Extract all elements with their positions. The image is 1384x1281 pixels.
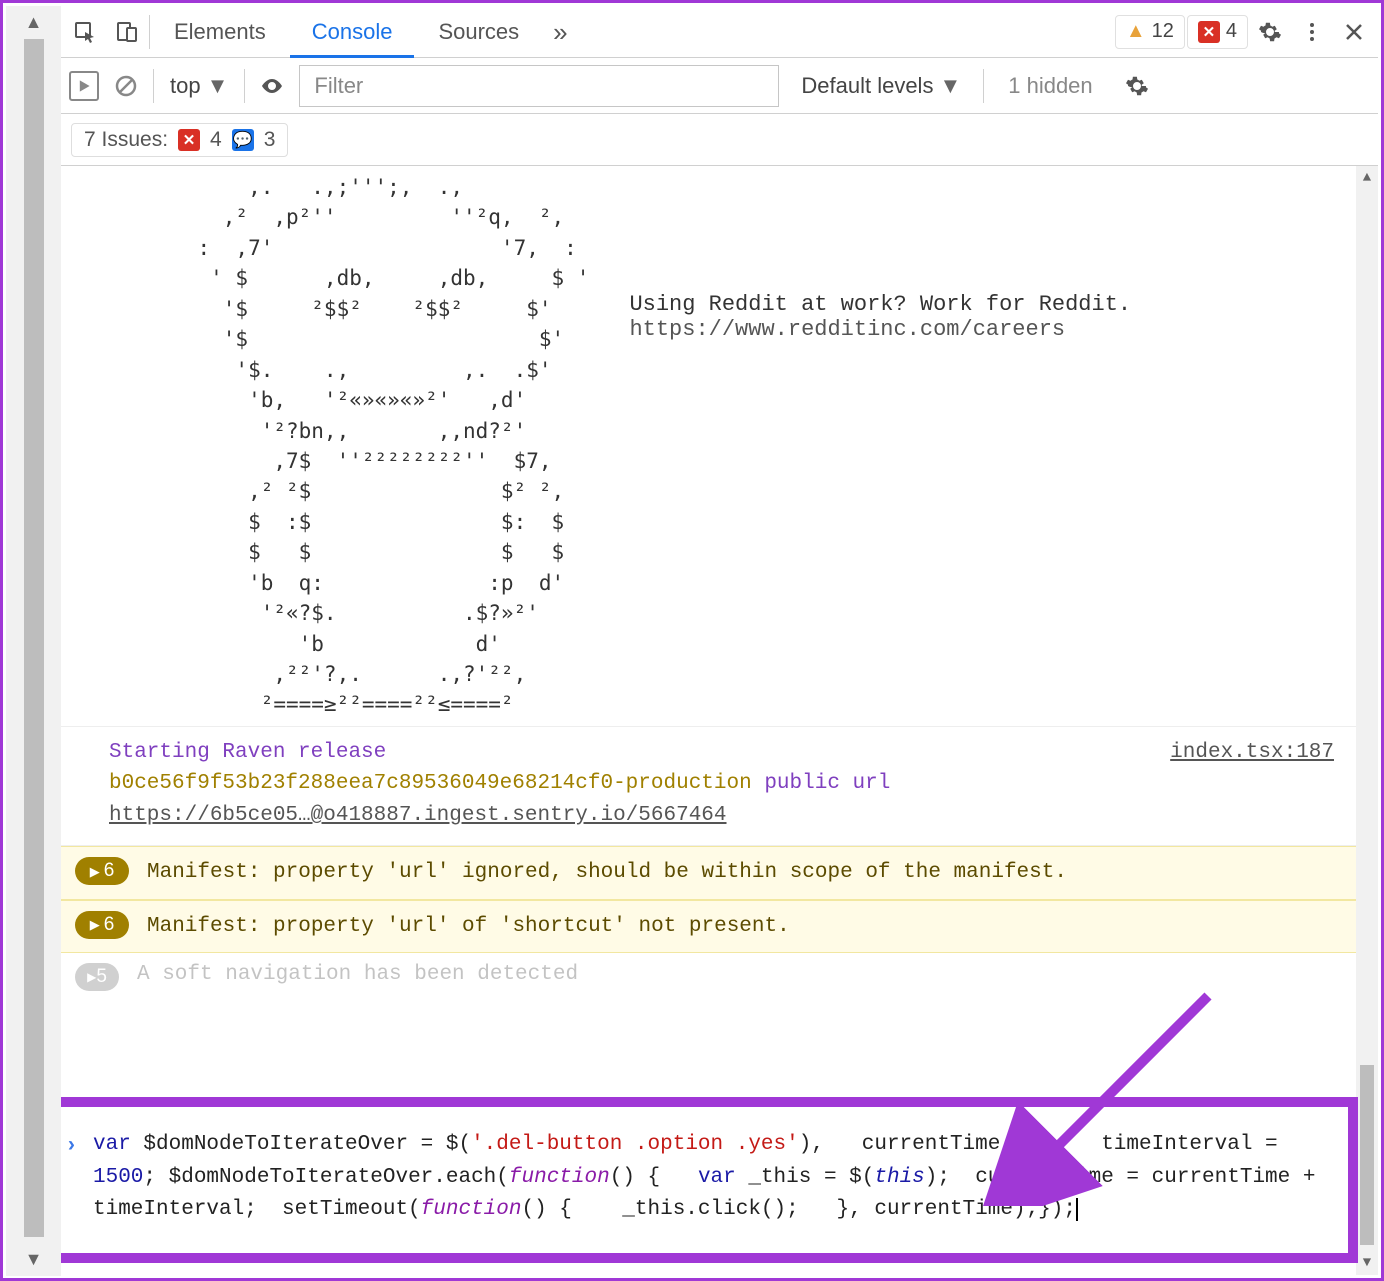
console-warning-row: ▶6 Manifest: property 'url' ignored, sho… [61, 846, 1356, 900]
page-scrollbar[interactable]: ▲ ▼ [6, 6, 61, 1276]
issues-label: 7 Issues: [84, 128, 168, 152]
error-icon: ✕ [1198, 21, 1220, 43]
console-body: ,. .,;''';, ., ,² ,p²'' ''²q, ², : ,7' '… [61, 166, 1378, 1275]
close-icon[interactable] [1334, 12, 1374, 52]
levels-label: Default levels [801, 73, 933, 99]
hidden-count[interactable]: 1 hidden [994, 73, 1106, 99]
error-icon: ✕ [178, 129, 200, 151]
raven-suffix: public url [764, 772, 890, 795]
raven-prefix: Starting Raven release [109, 741, 386, 764]
chevron-down-icon: ▼ [207, 73, 229, 99]
issues-errors: 4 [210, 128, 222, 152]
raven-url[interactable]: https://6b5ce05…@o418887.ingest.sentry.i… [109, 804, 727, 827]
warnings-count: 12 [1152, 20, 1174, 43]
devtools-panel: Elements Console Sources » ▲ 12 ✕ 4 [61, 6, 1378, 1275]
reddit-link[interactable]: https://www.redditinc.com/careers [629, 317, 1065, 342]
errors-badge[interactable]: ✕ 4 [1187, 15, 1248, 49]
console-warning-row: ▶6 Manifest: property 'url' of 'shortcut… [61, 900, 1356, 954]
expand-icon: ▶ [90, 862, 100, 882]
execution-context-icon[interactable] [69, 71, 99, 101]
console-scroll-thumb[interactable] [1360, 1065, 1374, 1245]
info-text: A soft navigation has been detected [137, 963, 578, 991]
console-input-highlight: › var $domNodeToIterateOver = $('.del-bu… [61, 1097, 1358, 1263]
expand-icon: ▶ [90, 915, 100, 935]
repeat-count-badge[interactable]: ▶6 [75, 857, 129, 885]
console-input[interactable]: var $domNodeToIterateOver = $('.del-butt… [93, 1129, 1320, 1227]
ascii-art: ,. .,;''';, ., ,² ,p²'' ''²q, ², : ,7' '… [109, 172, 589, 720]
errors-count: 4 [1226, 20, 1237, 43]
text-cursor [1076, 1198, 1078, 1221]
console-log-row: ,. .,;''';, ., ,² ,p²'' ''²q, ², : ,7' '… [61, 166, 1356, 727]
console-settings-icon[interactable] [1117, 66, 1157, 106]
tab-elements[interactable]: Elements [152, 6, 288, 58]
issues-bar: 7 Issues: ✕ 4 💬 3 [61, 114, 1378, 166]
console-toolbar: top ▼ Default levels ▼ 1 hidden [61, 58, 1378, 114]
separator [983, 69, 984, 103]
console-info-row: ▶ 5 A soft navigation has been detected [61, 953, 1356, 991]
issues-pill[interactable]: 7 Issues: ✕ 4 💬 3 [71, 123, 288, 157]
expand-icon: ▶ [87, 970, 96, 984]
repeat-count-badge[interactable]: ▶6 [75, 911, 129, 939]
separator [153, 69, 154, 103]
clear-console-icon[interactable] [109, 66, 143, 106]
warning-text: Manifest: property 'url' of 'shortcut' n… [147, 911, 790, 943]
separator [149, 15, 150, 49]
devtools-tabs-bar: Elements Console Sources » ▲ 12 ✕ 4 [61, 6, 1378, 58]
scroll-up-icon[interactable]: ▲ [25, 6, 43, 39]
context-selector[interactable]: top ▼ [164, 73, 234, 99]
scroll-up-icon[interactable]: ▲ [1363, 166, 1371, 190]
filter-input[interactable] [299, 65, 779, 107]
device-toggle-icon[interactable] [107, 12, 147, 52]
kebab-menu-icon[interactable] [1292, 12, 1332, 52]
inspect-icon[interactable] [65, 12, 105, 52]
page-scroll-thumb[interactable] [24, 39, 44, 1237]
log-levels-selector[interactable]: Default levels ▼ [789, 73, 973, 99]
warning-icon: ▲ [1126, 20, 1146, 43]
prompt-icon: › [65, 1131, 78, 1164]
tab-console[interactable]: Console [290, 6, 415, 58]
repeat-count-badge[interactable]: ▶ 5 [75, 963, 119, 991]
settings-icon[interactable] [1250, 12, 1290, 52]
tab-sources[interactable]: Sources [416, 6, 541, 58]
separator [244, 69, 245, 103]
warning-text: Manifest: property 'url' ignored, should… [147, 857, 1067, 889]
raven-hash: b0ce56f9f53b23f288eea7c89536049e68214cf0… [109, 772, 752, 795]
reddit-text: Using Reddit at work? Work for Reddit. [629, 292, 1131, 317]
reddit-message: Using Reddit at work? Work for Reddit. h… [629, 172, 1131, 720]
issues-info: 3 [264, 128, 276, 152]
info-icon: 💬 [232, 129, 254, 151]
source-link[interactable]: index.tsx:187 [1170, 737, 1334, 769]
scroll-down-icon[interactable]: ▼ [25, 1243, 43, 1276]
tabs-overflow[interactable]: » [543, 6, 577, 58]
console-scrollbar[interactable]: ▲ ▼ [1356, 166, 1378, 1275]
context-label: top [170, 73, 201, 99]
scroll-down-icon[interactable]: ▼ [1363, 1251, 1371, 1275]
live-expression-icon[interactable] [255, 66, 289, 106]
chevron-down-icon: ▼ [939, 73, 961, 99]
warnings-badge[interactable]: ▲ 12 [1115, 15, 1185, 49]
console-log-row: index.tsx:187 Starting Raven release b0c… [61, 727, 1356, 847]
